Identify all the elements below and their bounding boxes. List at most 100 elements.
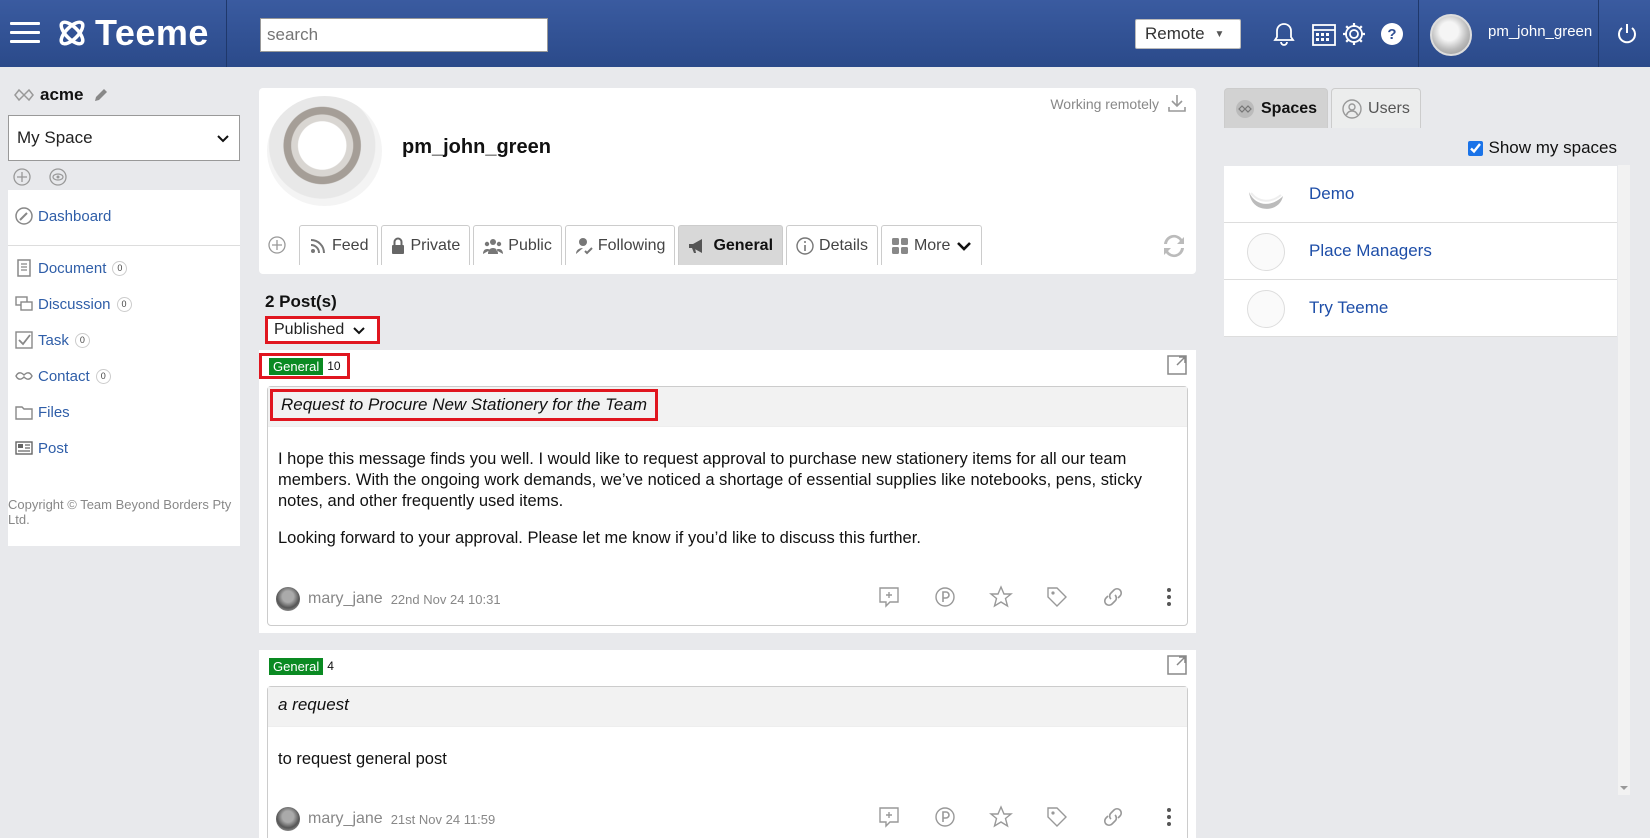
download-icon[interactable] xyxy=(1166,92,1188,114)
tab-details[interactable]: Details xyxy=(786,225,878,265)
sidebar-item-post[interactable]: Post xyxy=(14,438,68,458)
people-icon xyxy=(483,238,504,254)
tab-users[interactable]: Users xyxy=(1331,88,1421,128)
app-logo[interactable]: Teeme xyxy=(55,12,209,54)
more-vertical-icon[interactable] xyxy=(1157,585,1181,609)
scrollbar[interactable] xyxy=(1618,165,1630,795)
menu-icon[interactable] xyxy=(10,18,40,48)
add-comment-icon[interactable] xyxy=(877,805,901,829)
link-icon[interactable] xyxy=(1101,585,1125,609)
sidebar-item-document[interactable]: Document 0 xyxy=(14,258,128,278)
link-icon[interactable] xyxy=(1101,805,1125,829)
list-item[interactable]: Demo xyxy=(1224,166,1617,223)
right-tabs: Spaces Users xyxy=(1224,88,1424,128)
sidebar-item-contact[interactable]: Contact 0 xyxy=(14,366,111,386)
grid-icon xyxy=(891,237,908,254)
sidebar-item-label: Document xyxy=(38,259,107,277)
tab-public[interactable]: Public xyxy=(473,225,562,265)
author-avatar[interactable] xyxy=(276,807,300,831)
header-username[interactable]: pm_john_green xyxy=(1488,23,1592,40)
work-status-dropdown[interactable]: Remote ▼ xyxy=(1135,19,1241,49)
post-actions xyxy=(877,585,1181,609)
teeme-logo-icon xyxy=(59,20,85,46)
more-vertical-icon[interactable] xyxy=(1157,805,1181,829)
gear-icon[interactable] xyxy=(1340,20,1368,48)
sidebar-item-label: Discussion xyxy=(38,295,111,313)
sidebar-item-label: Files xyxy=(38,403,70,421)
tab-private[interactable]: Private xyxy=(381,225,471,265)
space-name[interactable]: Place Managers xyxy=(1309,241,1432,261)
org-row: acme xyxy=(14,85,109,105)
space-name[interactable]: Demo xyxy=(1309,184,1354,204)
power-icon[interactable] xyxy=(1613,20,1641,48)
list-item[interactable]: Try Teeme xyxy=(1224,280,1617,337)
add-circle-icon[interactable] xyxy=(267,235,287,255)
star-icon[interactable] xyxy=(989,585,1013,609)
header-divider xyxy=(226,0,227,67)
count-badge: 0 xyxy=(95,368,111,384)
space-select[interactable]: My Space xyxy=(8,115,240,161)
post-category[interactable]: General 4 xyxy=(259,653,340,679)
add-circle-icon[interactable] xyxy=(12,167,32,187)
sidebar-item-files[interactable]: Files xyxy=(14,402,70,422)
post-category[interactable]: General 10 xyxy=(259,353,350,379)
tab-label: General xyxy=(713,236,774,254)
megaphone-icon xyxy=(689,238,703,253)
open-external-icon[interactable] xyxy=(1166,354,1188,376)
show-my-spaces-checkbox[interactable] xyxy=(1467,140,1483,156)
sidebar-item-label: Task xyxy=(38,331,69,349)
publish-icon[interactable] xyxy=(933,805,957,829)
eye-icon[interactable] xyxy=(48,167,68,187)
count-badge: 0 xyxy=(74,332,90,348)
author-name[interactable]: mary_jane xyxy=(308,810,383,828)
help-icon[interactable]: ? xyxy=(1378,20,1406,48)
post-footer: mary_jane 22nd Nov 24 10:31 xyxy=(268,579,1187,619)
tab-label: Feed xyxy=(332,236,369,254)
post-status-filter[interactable]: Published xyxy=(265,316,380,344)
discussion-icon xyxy=(15,296,33,311)
org-icon xyxy=(14,88,34,102)
post-header: General 4 xyxy=(259,650,1196,684)
publish-icon[interactable] xyxy=(933,585,957,609)
scroll-down-icon[interactable] xyxy=(1618,783,1630,793)
post-title[interactable]: a request xyxy=(268,691,359,719)
tab-following[interactable]: Following xyxy=(564,225,676,265)
profile-tabs: Feed Private Public Following General De… xyxy=(267,225,985,265)
sidebar-item-discussion[interactable]: Discussion 0 xyxy=(14,294,132,314)
star-icon[interactable] xyxy=(989,805,1013,829)
tag-icon[interactable] xyxy=(1045,585,1069,609)
user-avatar[interactable] xyxy=(1430,14,1472,56)
chevron-down-icon xyxy=(353,327,365,335)
copyright-text: Copyright © Team Beyond Borders Pty Ltd. xyxy=(8,497,232,527)
open-external-icon[interactable] xyxy=(1166,654,1188,676)
sidebar-mini-actions xyxy=(12,167,68,187)
sidebar-item-dashboard[interactable]: Dashboard xyxy=(14,206,111,226)
author-name[interactable]: mary_jane xyxy=(308,590,383,608)
tab-more[interactable]: More xyxy=(880,225,983,265)
tab-feed[interactable]: Feed xyxy=(299,225,379,265)
add-comment-icon[interactable] xyxy=(877,585,901,609)
bell-icon[interactable] xyxy=(1270,20,1298,48)
category-count: 10 xyxy=(327,359,341,373)
show-my-spaces-label: Show my spaces xyxy=(1488,138,1618,157)
calendar-icon[interactable] xyxy=(1310,20,1338,48)
post-title[interactable]: Request to Procure New Stationery for th… xyxy=(270,389,658,421)
author-avatar[interactable] xyxy=(276,587,300,611)
edit-pencil-icon[interactable] xyxy=(93,87,109,103)
sidebar-item-task[interactable]: Task 0 xyxy=(14,330,90,350)
spaces-panel: Show my spaces Demo Place Managers Try T… xyxy=(1224,128,1617,788)
show-my-spaces-toggle[interactable]: Show my spaces xyxy=(1467,138,1618,158)
org-name: acme xyxy=(40,85,84,104)
sidebar-divider xyxy=(8,245,240,246)
space-name[interactable]: Try Teeme xyxy=(1309,298,1388,318)
tab-label: Users xyxy=(1368,99,1410,117)
space-logo-icon xyxy=(1249,192,1283,209)
tab-spaces[interactable]: Spaces xyxy=(1224,88,1329,128)
list-item[interactable]: Place Managers xyxy=(1224,223,1617,280)
task-icon xyxy=(15,331,33,349)
tab-general[interactable]: General xyxy=(678,225,784,265)
post-header: General 10 xyxy=(259,350,1196,384)
tag-icon[interactable] xyxy=(1045,805,1069,829)
search-input[interactable] xyxy=(260,18,548,52)
refresh-icon[interactable] xyxy=(1158,230,1190,262)
